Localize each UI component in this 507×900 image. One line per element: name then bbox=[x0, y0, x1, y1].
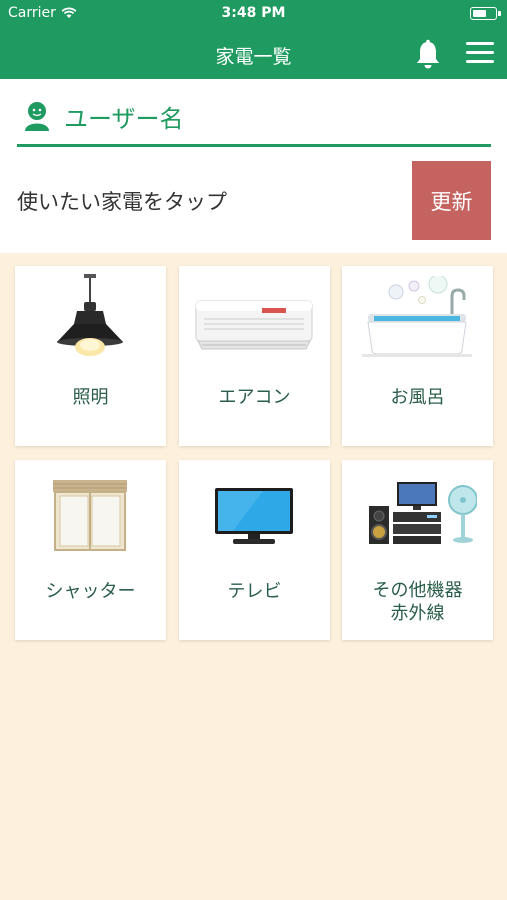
battery-level bbox=[472, 9, 487, 17]
appliance-card-lighting[interactable]: 照明 bbox=[15, 266, 166, 446]
user-name: ユーザー名 bbox=[64, 105, 184, 133]
air-conditioner-icon bbox=[195, 300, 313, 350]
other-devices-icon bbox=[369, 482, 477, 544]
appliance-label: シャッター bbox=[45, 581, 136, 602]
appliance-card-tv[interactable]: テレビ bbox=[179, 460, 330, 640]
battery-icon bbox=[470, 7, 501, 20]
refresh-button[interactable]: 更新 bbox=[412, 161, 491, 240]
hamburger-menu-icon[interactable] bbox=[466, 42, 494, 64]
bell-icon[interactable] bbox=[412, 38, 444, 70]
appliance-card-other-ir[interactable]: その他機器 赤外線 bbox=[342, 460, 493, 640]
appliance-card-bath[interactable]: お風呂 bbox=[342, 266, 493, 446]
appliance-label-line1: その他機器 bbox=[372, 580, 463, 601]
user-row: ユーザー名 bbox=[17, 97, 491, 147]
navigation-bar: Carrier 3:48 PM 家電一覧 bbox=[0, 0, 507, 79]
appliance-label: 照明 bbox=[72, 387, 109, 408]
status-time: 3:48 PM bbox=[221, 5, 286, 21]
appliance-label: エアコン bbox=[218, 387, 291, 408]
header-panel: ユーザー名 使いたい家電をタップ 更新 bbox=[0, 79, 507, 253]
status-bar: Carrier 3:48 PM bbox=[0, 0, 507, 28]
appliance-label: お風呂 bbox=[390, 387, 445, 408]
appliance-card-shutter[interactable]: シャッター bbox=[15, 460, 166, 640]
appliance-card-air-conditioner[interactable]: エアコン bbox=[179, 266, 330, 446]
appliance-label-line2: 赤外線 bbox=[390, 603, 445, 624]
appliance-label: テレビ bbox=[227, 581, 282, 602]
ceiling-lamp-icon bbox=[57, 274, 123, 356]
bathtub-icon bbox=[362, 276, 472, 357]
window-shutter-icon bbox=[53, 480, 127, 551]
instruction-text: 使いたい家電をタップ bbox=[17, 190, 227, 214]
television-icon bbox=[215, 488, 293, 544]
user-icon bbox=[25, 102, 49, 131]
